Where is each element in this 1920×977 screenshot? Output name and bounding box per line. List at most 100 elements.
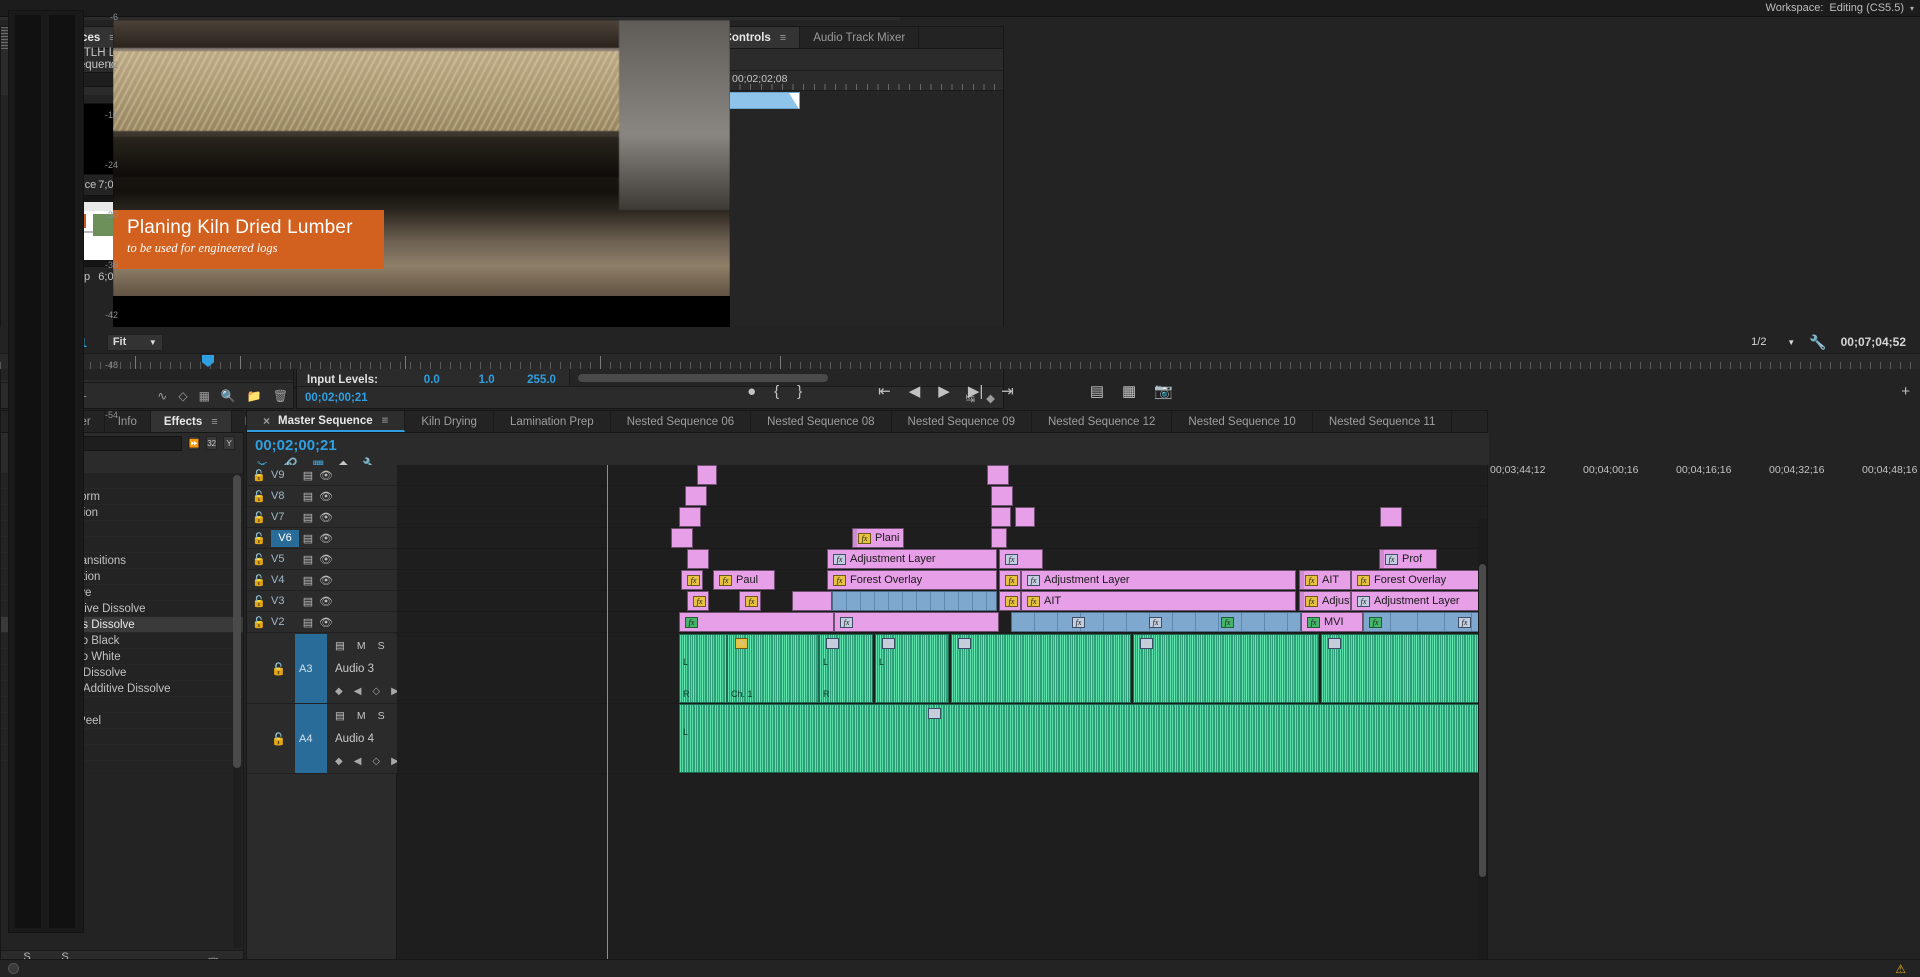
- track-name[interactable]: V6: [271, 530, 299, 547]
- lock-icon[interactable]: 🔓: [247, 553, 271, 566]
- solo-button[interactable]: S: [378, 710, 385, 722]
- timeline-clip[interactable]: [1380, 507, 1402, 527]
- timeline-clip[interactable]: [685, 486, 707, 506]
- mute-button[interactable]: M: [357, 640, 366, 652]
- lock-icon[interactable]: 🔓: [247, 574, 271, 587]
- timeline-clip[interactable]: fx: [834, 612, 999, 632]
- eye-icon[interactable]: 👁: [317, 595, 335, 608]
- track-header-v5[interactable]: 🔓 V5 ▤ 👁: [247, 549, 397, 570]
- timeline-clip[interactable]: [991, 507, 1011, 527]
- add-marker-icon[interactable]: ●: [747, 383, 756, 400]
- mark-out-icon[interactable]: }: [797, 383, 802, 400]
- mark-in-icon[interactable]: {: [774, 383, 779, 400]
- timeline-clip[interactable]: fx fx fx fx: [1363, 612, 1487, 632]
- tab-audio-track-mixer[interactable]: Audio Track Mixer: [800, 27, 919, 48]
- warning-icon[interactable]: ⚠: [1895, 962, 1906, 976]
- eye-icon[interactable]: 👁: [317, 553, 335, 566]
- audio-clip[interactable]: L R: [679, 634, 727, 703]
- 32bit-filter-icon[interactable]: 32: [206, 436, 218, 450]
- go-to-out-icon[interactable]: ⇥: [1001, 382, 1014, 400]
- timeline-clip[interactable]: fx Forest Overlay: [1351, 570, 1487, 590]
- tab-nested-sequence-10[interactable]: Nested Sequence 10: [1172, 411, 1312, 432]
- meter-area[interactable]: [8, 10, 84, 933]
- tab-nested-sequence-08[interactable]: Nested Sequence 08: [751, 411, 891, 432]
- track-output-icon[interactable]: ▤: [299, 490, 317, 503]
- solo-button[interactable]: S: [378, 640, 385, 652]
- lock-icon[interactable]: 🔓: [247, 511, 271, 524]
- timeline-clip[interactable]: fx AIT: [1299, 570, 1351, 590]
- timeline-clip[interactable]: fx Adjustment Layer: [827, 549, 997, 569]
- timeline-clip[interactable]: [991, 528, 1007, 548]
- settings-wrench-icon[interactable]: 🔧: [1809, 334, 1826, 351]
- timeline-clip[interactable]: fx Adjustment Layer: [1299, 591, 1351, 611]
- track-header-v6[interactable]: 🔓 V6 ▤ 👁: [247, 528, 397, 549]
- audio-clip[interactable]: fx Ch. 1: [727, 634, 819, 703]
- extract-icon[interactable]: ▦: [1122, 382, 1136, 400]
- panel-menu-icon[interactable]: ≡: [211, 416, 217, 428]
- timeline-clip[interactable]: fx: [687, 591, 709, 611]
- track-header-v3[interactable]: 🔓 V3 ▤ 👁: [247, 591, 397, 612]
- tab-nested-sequence-06[interactable]: Nested Sequence 06: [611, 411, 751, 432]
- panel-menu-icon[interactable]: ≡: [780, 32, 786, 44]
- timeline-clip[interactable]: fx Adjustment Layer: [1351, 591, 1487, 611]
- track-output-icon[interactable]: ▤: [299, 553, 317, 566]
- track-output-icon[interactable]: ▤: [299, 595, 317, 608]
- timeline-clip[interactable]: fx AIT: [1021, 591, 1296, 611]
- accelerated-filter-icon[interactable]: ⏩: [188, 436, 200, 450]
- tab-kiln-drying[interactable]: Kiln Drying: [405, 411, 494, 432]
- ycbcr-filter-icon[interactable]: Y: [223, 436, 235, 450]
- timeline-clip[interactable]: [697, 465, 717, 485]
- lock-icon[interactable]: 🔓: [271, 662, 286, 676]
- eye-icon[interactable]: 👁: [317, 532, 335, 545]
- timeline-clip[interactable]: [991, 486, 1013, 506]
- timeline-timecode[interactable]: 00;02;00;21: [255, 437, 337, 454]
- timeline-clip[interactable]: fx Plani: [852, 528, 904, 548]
- track-header-v4[interactable]: 🔓 V4 ▤ 👁: [247, 570, 397, 591]
- timeline-clip[interactable]: fx fx fx: [1011, 612, 1301, 632]
- program-video-area[interactable]: Planing Kiln Dried Lumber to be used for…: [113, 20, 730, 327]
- timeline-clip[interactable]: [832, 591, 997, 611]
- panel-menu-icon[interactable]: ≡: [382, 415, 389, 427]
- add-keyframe-icon[interactable]: ◇: [372, 756, 380, 767]
- show-keyframes-icon[interactable]: ◆: [335, 686, 343, 697]
- lock-icon[interactable]: 🔓: [247, 469, 271, 482]
- eye-icon[interactable]: 👁: [317, 616, 335, 629]
- show-keyframes-icon[interactable]: ◆: [335, 756, 343, 767]
- chevron-down-icon[interactable]: ▾: [1910, 4, 1914, 13]
- eye-icon[interactable]: 👁: [317, 511, 335, 524]
- effects-scrollbar[interactable]: [233, 475, 241, 948]
- playback-resolution-select[interactable]: 1/2 ▼: [1751, 334, 1795, 351]
- timeline-clip[interactable]: fx Forest Overlay: [827, 570, 997, 590]
- program-time-ruler[interactable]: [0, 353, 1920, 369]
- close-icon[interactable]: ×: [263, 414, 270, 428]
- timeline-clip[interactable]: fx: [999, 570, 1021, 590]
- track-output-icon[interactable]: ▤: [299, 532, 317, 545]
- timeline-clip[interactable]: [671, 528, 693, 548]
- step-back-icon[interactable]: ◀: [909, 382, 921, 400]
- track-output-icon[interactable]: ▤: [335, 640, 345, 652]
- eye-icon[interactable]: 👁: [317, 490, 335, 503]
- lock-icon[interactable]: 🔓: [247, 595, 271, 608]
- tab-nested-sequence-12[interactable]: Nested Sequence 12: [1032, 411, 1172, 432]
- lock-icon[interactable]: 🔓: [247, 532, 271, 545]
- timeline-clip[interactable]: [679, 507, 701, 527]
- mute-button[interactable]: M: [357, 710, 366, 722]
- audio-clip[interactable]: fx L: [875, 634, 949, 703]
- timeline-clip[interactable]: [792, 591, 832, 611]
- lock-icon[interactable]: 🔓: [271, 732, 286, 746]
- go-to-in-icon[interactable]: ⇤: [878, 382, 891, 400]
- audio-clip[interactable]: fx: [951, 634, 1131, 703]
- track-output-icon[interactable]: ▤: [299, 574, 317, 587]
- lift-icon[interactable]: ▤: [1090, 382, 1104, 400]
- timeline-clip[interactable]: fx: [679, 612, 834, 632]
- timeline-clip[interactable]: [1015, 507, 1035, 527]
- timeline-playhead[interactable]: [607, 465, 608, 966]
- timeline-clip[interactable]: fx: [739, 591, 761, 611]
- audio-clip[interactable]: fx: [1133, 634, 1319, 703]
- timeline-clip[interactable]: fx: [999, 549, 1043, 569]
- eye-icon[interactable]: 👁: [317, 469, 335, 482]
- track-output-icon[interactable]: ▤: [299, 469, 317, 482]
- audio-clip[interactable]: fx L R: [819, 634, 873, 703]
- track-output-icon[interactable]: ▤: [299, 511, 317, 524]
- timeline-clip[interactable]: [987, 465, 1009, 485]
